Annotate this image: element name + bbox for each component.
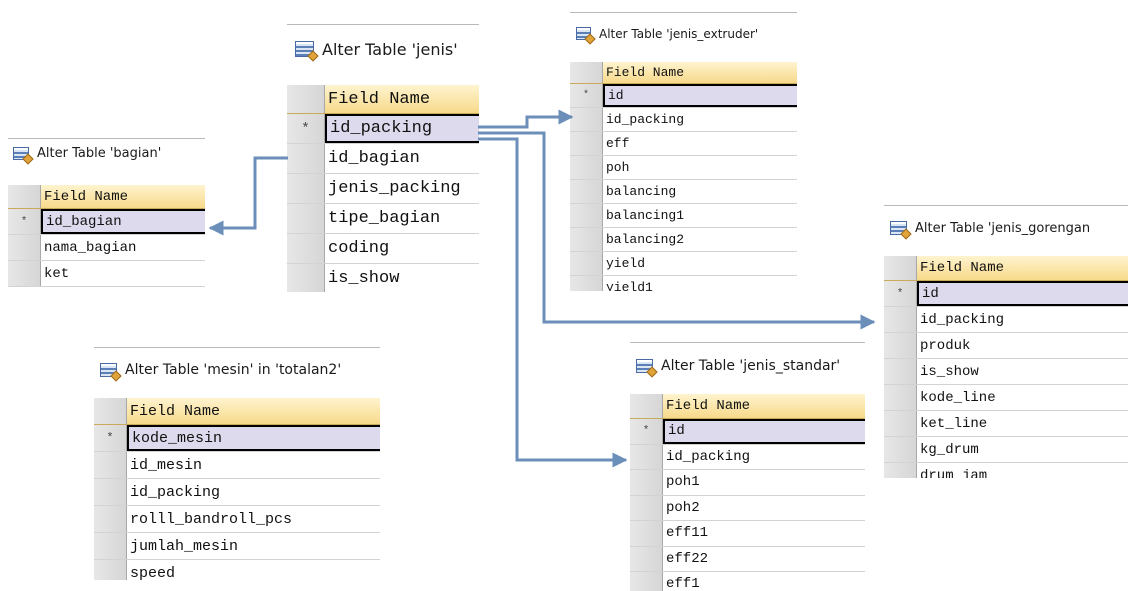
arrow-to-jenis-gorengan [478, 131, 876, 330]
relationship-arrows [208, 109, 876, 468]
arrow-to-bagian [208, 156, 288, 236]
arrow-to-jenis-extruder [478, 109, 574, 129]
arrow-to-jenis-standar [478, 137, 628, 468]
